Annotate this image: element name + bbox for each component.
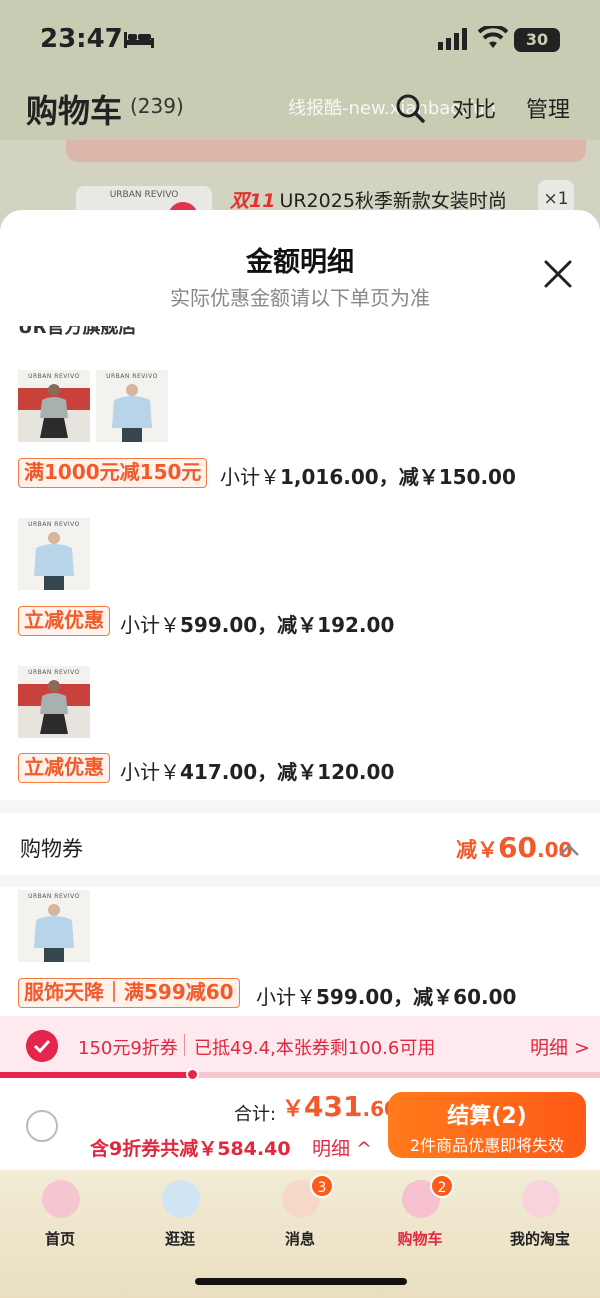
coupon-subtotal: 小计￥599.00，减￥60.00 bbox=[256, 985, 517, 1009]
close-icon[interactable] bbox=[542, 258, 574, 290]
product-image: URBAN REVIVO bbox=[18, 666, 90, 738]
total-label: 合计: bbox=[234, 1104, 277, 1125]
manage-button[interactable]: 管理 bbox=[526, 92, 570, 124]
cart-header: 购物车 (239) 线报酷-new.xianbao.fun 对比 管理 bbox=[0, 80, 600, 140]
status-time: 23:47 bbox=[40, 24, 123, 54]
product-image: URBAN REVIVO bbox=[18, 518, 90, 590]
search-icon[interactable] bbox=[394, 92, 426, 124]
message-badge: 3 bbox=[310, 1174, 334, 1198]
group-subtotal: 小计￥599.00，减￥192.00 bbox=[120, 613, 395, 637]
coupon-amount: 减￥60.00 bbox=[456, 831, 573, 864]
product-image: URBAN REVIVO bbox=[96, 370, 168, 442]
product-image: URBAN REVIVO bbox=[18, 890, 90, 962]
home-indicator bbox=[195, 1278, 407, 1285]
promo-tag: 满1000元减150元 bbox=[18, 458, 208, 488]
voucher-detail-link[interactable]: 明细 > bbox=[530, 1033, 590, 1060]
status-bar: 23:47 30 bbox=[0, 0, 600, 80]
sheet-header: 金额明细 实际优惠金额请以下单页为准 bbox=[0, 210, 600, 330]
wifi-icon bbox=[478, 26, 508, 48]
tab-my-taobao[interactable]: 我的淘宝 bbox=[490, 1176, 590, 1252]
coupon-row[interactable]: 购物券 减￥60.00 bbox=[0, 813, 600, 883]
checkout-bar: 合计: ￥431.60 含9折券共减￥584.40 明细 ^ 结算(2) 2件商… bbox=[0, 1080, 600, 1170]
tab-home[interactable]: 首页 bbox=[10, 1176, 110, 1252]
total-amount: ￥431.60 bbox=[282, 1090, 398, 1123]
chevron-up-icon[interactable] bbox=[558, 843, 580, 857]
cinnamoroll-icon bbox=[162, 1180, 200, 1218]
background-notice bbox=[66, 140, 586, 162]
cart-count: (239) bbox=[130, 94, 184, 118]
checkout-button[interactable]: 结算(2) 2件商品优惠即将失效 bbox=[388, 1092, 586, 1158]
saved-amount: 含9折券共减￥584.40 bbox=[90, 1138, 291, 1160]
section-divider bbox=[0, 800, 600, 813]
kitty-cup-icon bbox=[522, 1180, 560, 1218]
background-item-title: 双11 UR2025秋季新款女装时尚 bbox=[230, 190, 507, 212]
voucher-desc: 已抵49.4,本张券剩100.6可用 bbox=[194, 1038, 436, 1059]
sheet-subtitle: 实际优惠金额请以下单页为准 bbox=[170, 286, 430, 310]
product-image: URBAN REVIVO bbox=[18, 370, 90, 442]
tab-messages[interactable]: 3 消息 bbox=[250, 1174, 350, 1252]
voucher-bar[interactable]: 150元9折券 已抵49.4,本张券剩100.6可用 明细 > bbox=[0, 1016, 600, 1076]
promo-tag: 服饰天降｜满599减60 bbox=[18, 978, 240, 1008]
promo-tag: 立减优惠 bbox=[18, 606, 110, 636]
sheet-title: 金额明细 bbox=[246, 247, 354, 278]
progress-fill bbox=[0, 1072, 192, 1078]
divider bbox=[184, 1034, 185, 1056]
tab-explore[interactable]: 逛逛 bbox=[130, 1176, 230, 1252]
signal-icon bbox=[438, 28, 467, 50]
battery-indicator: 30 bbox=[514, 28, 560, 52]
checked-icon[interactable] bbox=[26, 1030, 58, 1062]
coupon-label: 购物券 bbox=[20, 837, 83, 861]
group-subtotal: 小计￥1,016.00，减￥150.00 bbox=[220, 465, 516, 489]
kitty-icon bbox=[42, 1180, 80, 1218]
tab-cart[interactable]: 2 购物车 bbox=[370, 1174, 470, 1252]
compare-button[interactable]: 对比 bbox=[452, 92, 496, 124]
section-divider bbox=[0, 875, 600, 887]
voucher-progress bbox=[0, 1068, 600, 1081]
detail-toggle[interactable]: 明细 ^ bbox=[312, 1134, 372, 1161]
cart-badge: 2 bbox=[430, 1174, 454, 1198]
sleep-icon bbox=[124, 32, 154, 48]
group-subtotal: 小计￥417.00，减￥120.00 bbox=[120, 760, 395, 784]
voucher-name: 150元9折券 bbox=[78, 1038, 178, 1059]
select-all-radio[interactable] bbox=[26, 1110, 58, 1142]
page-title: 购物车 bbox=[26, 92, 123, 130]
shop-name: UR官方旗舰店 bbox=[18, 326, 137, 338]
promo-tag: 立减优惠 bbox=[18, 753, 110, 783]
